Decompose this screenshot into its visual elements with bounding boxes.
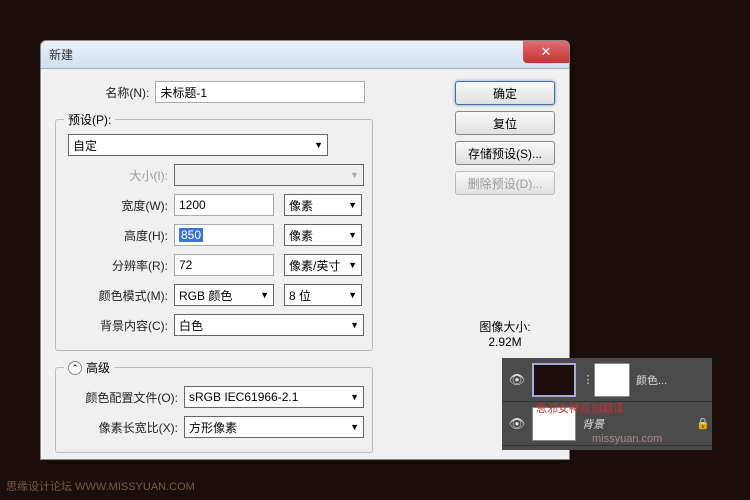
titlebar: 新建 ✕ [41, 41, 569, 69]
delete-preset-button: 删除预设(D)... [455, 171, 555, 195]
color-mode-label: 颜色模式(M): [64, 287, 174, 304]
bg-label: 背景内容(C): [64, 317, 174, 334]
dialog-title: 新建 [49, 46, 73, 63]
button-column: 确定 复位 存储预设(S)... 删除预设(D)... [455, 81, 555, 201]
color-mode-select[interactable]: RGB 颜色▼ [174, 284, 274, 306]
height-input[interactable]: 850 [174, 224, 274, 246]
height-label: 高度(H): [64, 227, 174, 244]
visibility-icon[interactable]: 👁 [502, 372, 532, 388]
name-label: 名称(N): [55, 84, 155, 101]
chevron-down-icon: ▼ [348, 290, 357, 300]
new-document-dialog: 新建 ✕ 名称(N): 预设(P): 自定 ▼ 大小(I): ▼ [40, 40, 570, 460]
chevron-down-icon: ▼ [350, 320, 359, 330]
image-size-readout: 图像大小: 2.92M [465, 318, 545, 349]
image-size-label: 图像大小: [465, 318, 545, 335]
layer-row[interactable]: 👁 ⋮ 颜色... [502, 358, 712, 402]
preset-fieldset: 预设(P): 自定 ▼ 大小(I): ▼ 宽度(W): 像素▼ 高度(H): [55, 111, 373, 351]
reset-button[interactable]: 复位 [455, 111, 555, 135]
layer-row[interactable]: 👁 背景 🔒 思邪女神原创翻译 missyuan.com [502, 402, 712, 446]
width-unit-select[interactable]: 像素▼ [284, 194, 362, 216]
chevron-down-icon: ▼ [348, 230, 357, 240]
watermark-overlay: 思邪女神原创翻译 [536, 400, 624, 416]
aspect-label: 像素长宽比(X): [64, 419, 184, 436]
image-size-value: 2.92M [465, 335, 545, 349]
layer-label[interactable]: 背景 [582, 416, 694, 432]
chevron-down-icon: ▼ [350, 422, 359, 432]
page-watermark: 思缘设计论坛 WWW.MISSYUAN.COM [6, 478, 195, 494]
height-unit-select[interactable]: 像素▼ [284, 224, 362, 246]
lock-icon: 🔒 [694, 417, 712, 430]
profile-label: 颜色配置文件(O): [64, 389, 184, 406]
profile-select[interactable]: sRGB IEC61966-2.1▼ [184, 386, 364, 408]
layer-thumbnail[interactable] [532, 363, 576, 397]
chevron-icon: ⌃ [68, 361, 82, 375]
visibility-icon[interactable]: 👁 [502, 416, 532, 432]
advanced-toggle[interactable]: ⌃高级 [64, 359, 114, 376]
close-button[interactable]: ✕ [523, 41, 569, 63]
name-input[interactable] [155, 81, 365, 103]
watermark-overlay: missyuan.com [592, 433, 662, 445]
layer-label[interactable]: 颜色... [636, 372, 712, 388]
chevron-down-icon: ▼ [348, 200, 357, 210]
aspect-select[interactable]: 方形像素▼ [184, 416, 364, 438]
link-icon: ⋮ [582, 373, 594, 386]
width-input[interactable] [174, 194, 274, 216]
dialog-body: 名称(N): 预设(P): 自定 ▼ 大小(I): ▼ 宽度(W): 像素▼ [41, 69, 569, 465]
bit-depth-select[interactable]: 8 位▼ [284, 284, 362, 306]
chevron-down-icon: ▼ [350, 392, 359, 402]
preset-value: 自定 [73, 137, 97, 154]
size-label: 大小(I): [64, 167, 174, 184]
preset-legend: 预设(P): [64, 111, 115, 128]
resolution-unit-select[interactable]: 像素/英寸▼ [284, 254, 362, 276]
advanced-fieldset: ⌃高级 颜色配置文件(O): sRGB IEC61966-2.1▼ 像素长宽比(… [55, 359, 373, 453]
preset-select[interactable]: 自定 ▼ [68, 134, 328, 156]
chevron-down-icon: ▼ [260, 290, 269, 300]
layer-mask-thumbnail[interactable] [594, 363, 630, 397]
layers-panel: 👁 ⋮ 颜色... 👁 背景 🔒 思邪女神原创翻译 missyuan.com [502, 358, 712, 450]
save-preset-button[interactable]: 存储预设(S)... [455, 141, 555, 165]
ok-button[interactable]: 确定 [455, 81, 555, 105]
size-select: ▼ [174, 164, 364, 186]
chevron-down-icon: ▼ [350, 170, 359, 180]
resolution-input[interactable] [174, 254, 274, 276]
resolution-label: 分辨率(R): [64, 257, 174, 274]
chevron-down-icon: ▼ [314, 140, 323, 150]
bg-select[interactable]: 白色▼ [174, 314, 364, 336]
chevron-down-icon: ▼ [348, 260, 357, 270]
width-label: 宽度(W): [64, 197, 174, 214]
